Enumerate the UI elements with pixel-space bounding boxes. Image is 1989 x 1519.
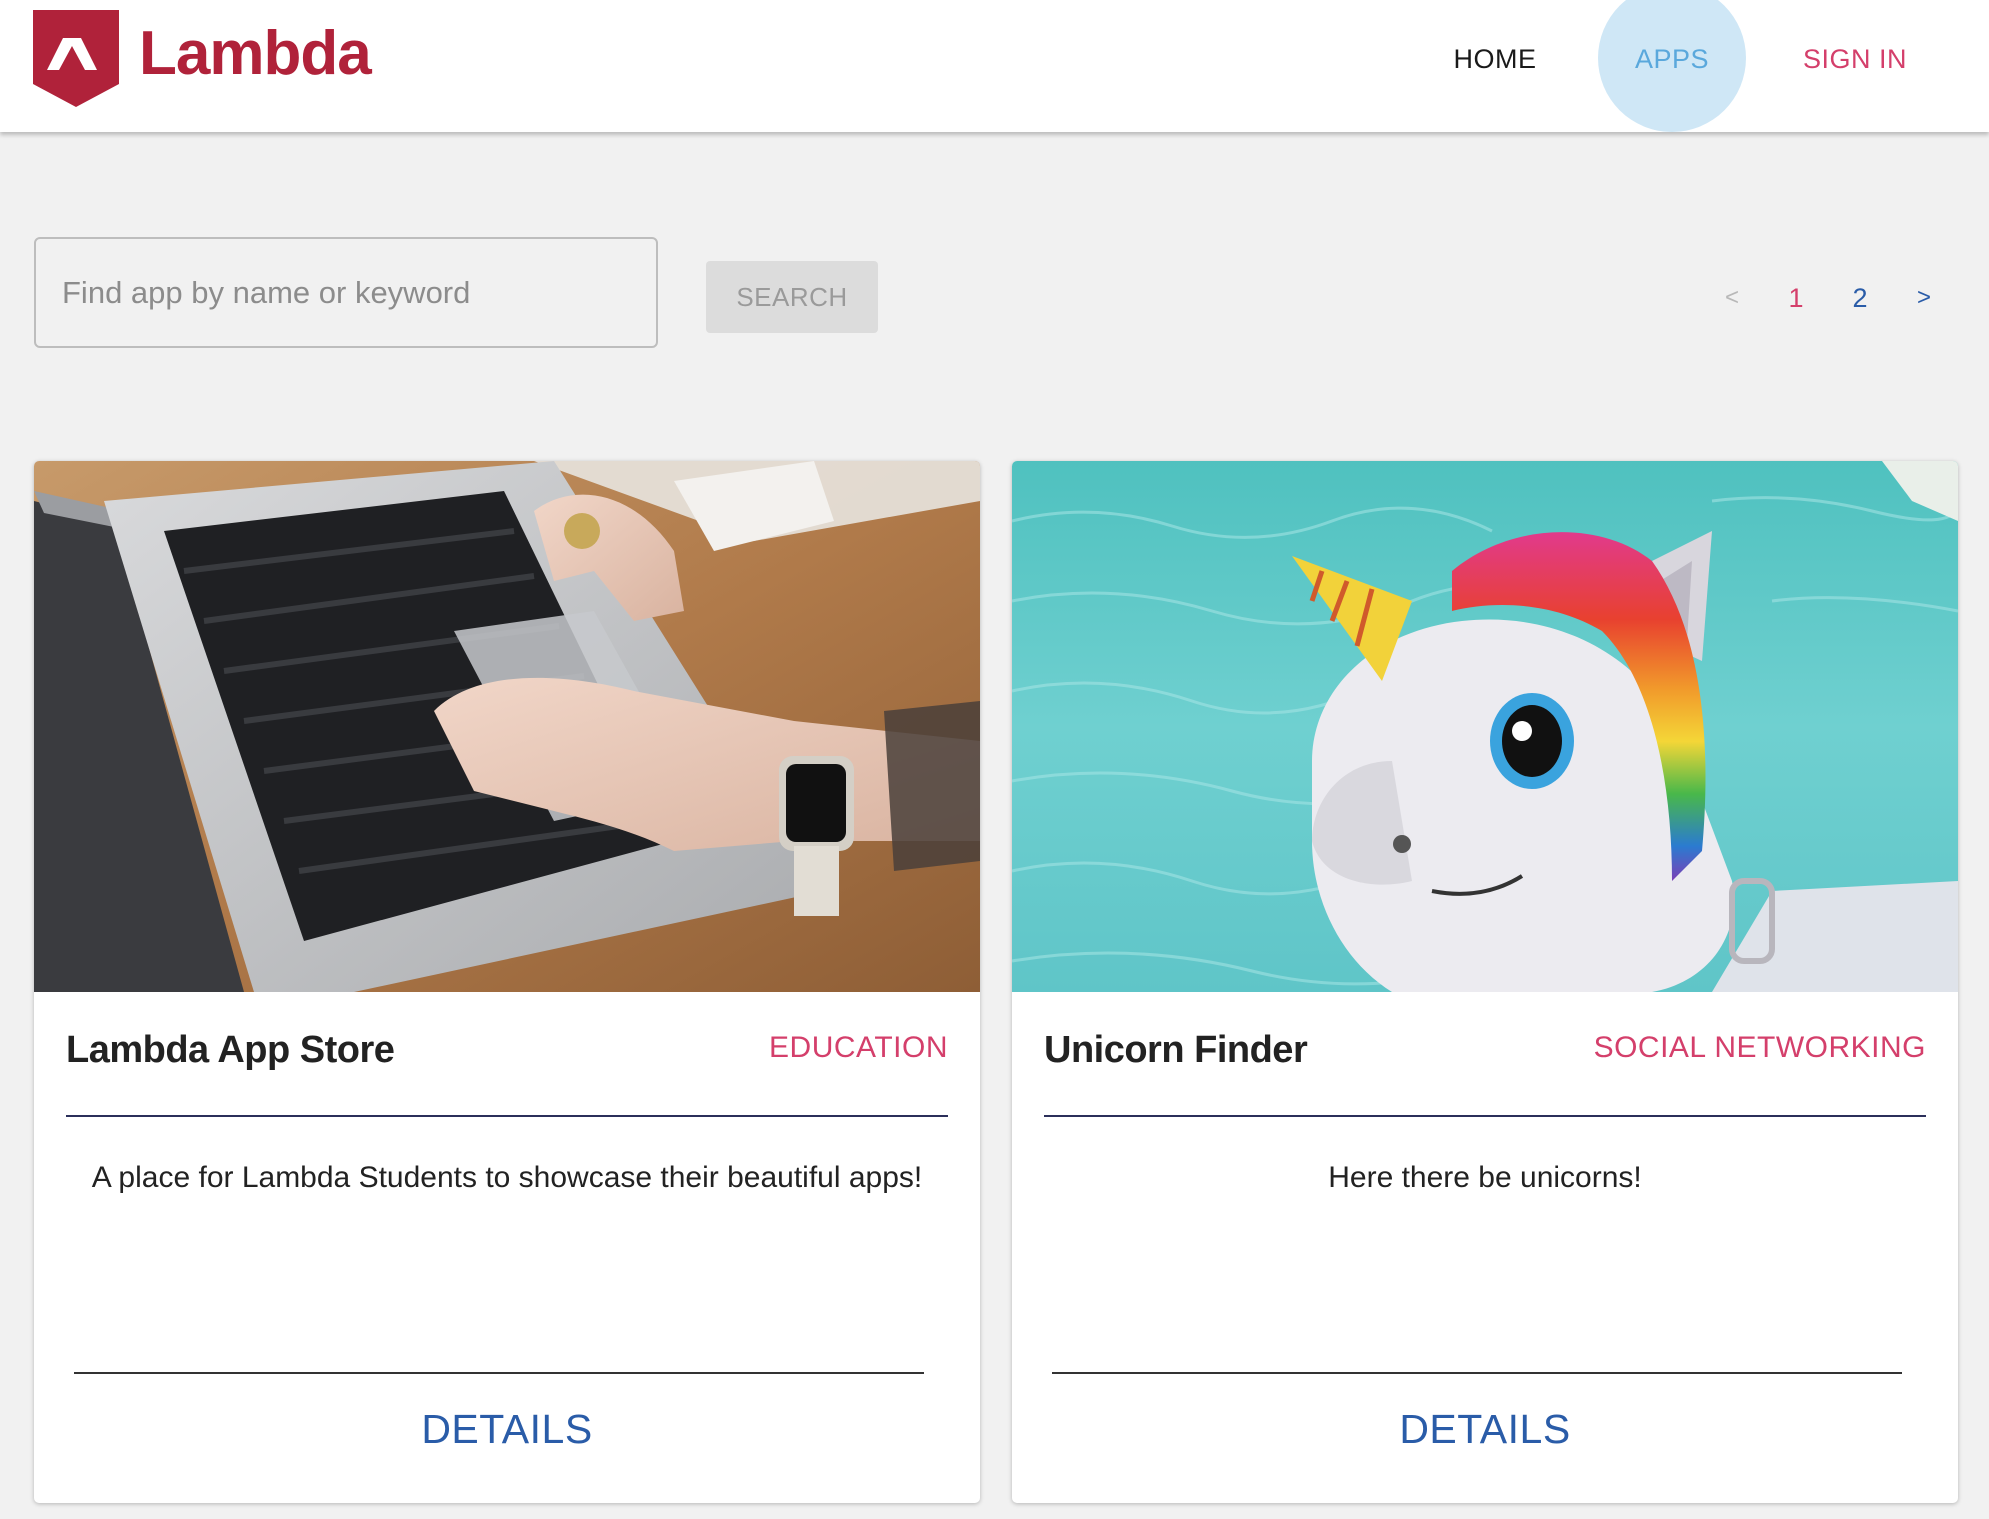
pagination-page-2[interactable]: 2 [1842,270,1878,326]
app-card: Lambda App Store EDUCATION A place for L… [34,461,980,1503]
nav-home-link[interactable]: HOME [1430,0,1560,118]
search-input[interactable] [34,237,658,348]
details-button[interactable]: DETAILS [1012,1406,1958,1453]
app-description: A place for Lambda Students to showcase … [91,1161,923,1194]
search-button[interactable]: SEARCH [706,261,878,333]
app-card: Unicorn Finder SOCIAL NETWORKING Here th… [1012,461,1958,1503]
laptop-typing-photo [34,461,980,992]
lambda-shield-icon [33,10,119,107]
brand-name: Lambda [139,18,372,88]
inflatable-unicorn-pool-photo [1012,461,1958,992]
app-category[interactable]: SOCIAL NETWORKING [1594,1031,1926,1065]
brand-logo[interactable]: Lambda [33,10,372,107]
card-divider [74,1372,924,1374]
app-category[interactable]: EDUCATION [769,1031,948,1065]
nav-apps-link[interactable]: APPS [1598,0,1746,132]
app-title: Lambda App Store [66,1029,395,1071]
pagination-page-1[interactable]: 1 [1778,270,1814,326]
app-description: Here there be unicorns! [1328,1161,1642,1194]
app-title: Unicorn Finder [1044,1029,1308,1071]
pagination-next-button[interactable]: > [1906,270,1942,326]
nav-sign-in-link[interactable]: SIGN IN [1790,0,1920,118]
card-divider [1044,1115,1926,1117]
details-button[interactable]: DETAILS [34,1406,980,1453]
card-divider [1052,1372,1902,1374]
card-divider [66,1115,948,1117]
top-navbar: Lambda HOME APPS SIGN IN [0,0,1989,132]
pagination-prev-button[interactable]: < [1714,270,1750,326]
